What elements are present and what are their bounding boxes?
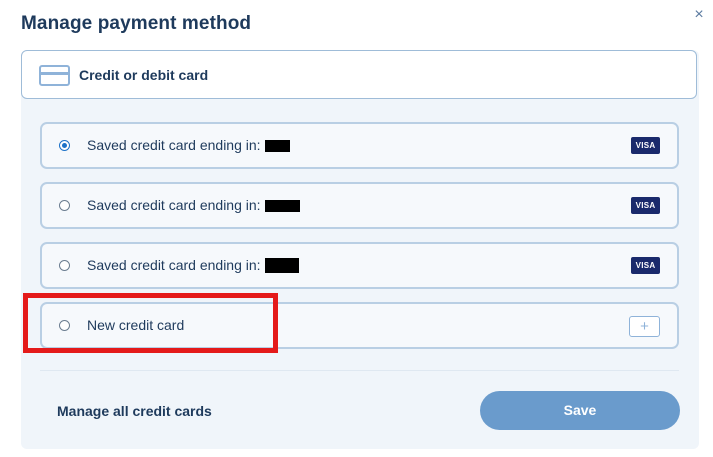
radio-unselected[interactable] xyxy=(59,200,70,211)
saved-card-option-1[interactable]: Saved credit card ending in: VISA xyxy=(40,122,679,169)
redacted-card-number xyxy=(264,140,290,152)
visa-logo-icon: VISA xyxy=(631,257,660,274)
option-label: Saved credit card ending in: xyxy=(87,137,290,153)
radio-selected[interactable] xyxy=(59,140,70,151)
visa-logo-icon: VISA xyxy=(631,137,660,154)
saved-card-option-3[interactable]: Saved credit card ending in: VISA xyxy=(40,242,679,289)
radio-unselected[interactable] xyxy=(59,260,70,271)
close-icon[interactable]: × xyxy=(690,6,708,24)
payment-method-header[interactable]: Credit or debit card xyxy=(21,50,697,99)
visa-logo-icon: VISA xyxy=(631,197,660,214)
option-label: Saved credit card ending in: xyxy=(87,197,300,213)
saved-card-option-2[interactable]: Saved credit card ending in: VISA xyxy=(40,182,679,229)
payment-method-label: Credit or debit card xyxy=(79,67,209,83)
redacted-card-number xyxy=(264,200,300,212)
save-button[interactable]: Save xyxy=(480,391,680,430)
redacted-card-number xyxy=(264,258,299,273)
dialog-title: Manage payment method xyxy=(21,13,252,34)
credit-card-icon xyxy=(39,65,70,86)
divider xyxy=(40,370,679,371)
option-label: Saved credit card ending in: xyxy=(87,257,299,273)
plus-icon[interactable]: + xyxy=(629,316,660,337)
highlight-box xyxy=(23,293,278,353)
manage-cards-link[interactable]: Manage all credit cards xyxy=(57,403,212,419)
